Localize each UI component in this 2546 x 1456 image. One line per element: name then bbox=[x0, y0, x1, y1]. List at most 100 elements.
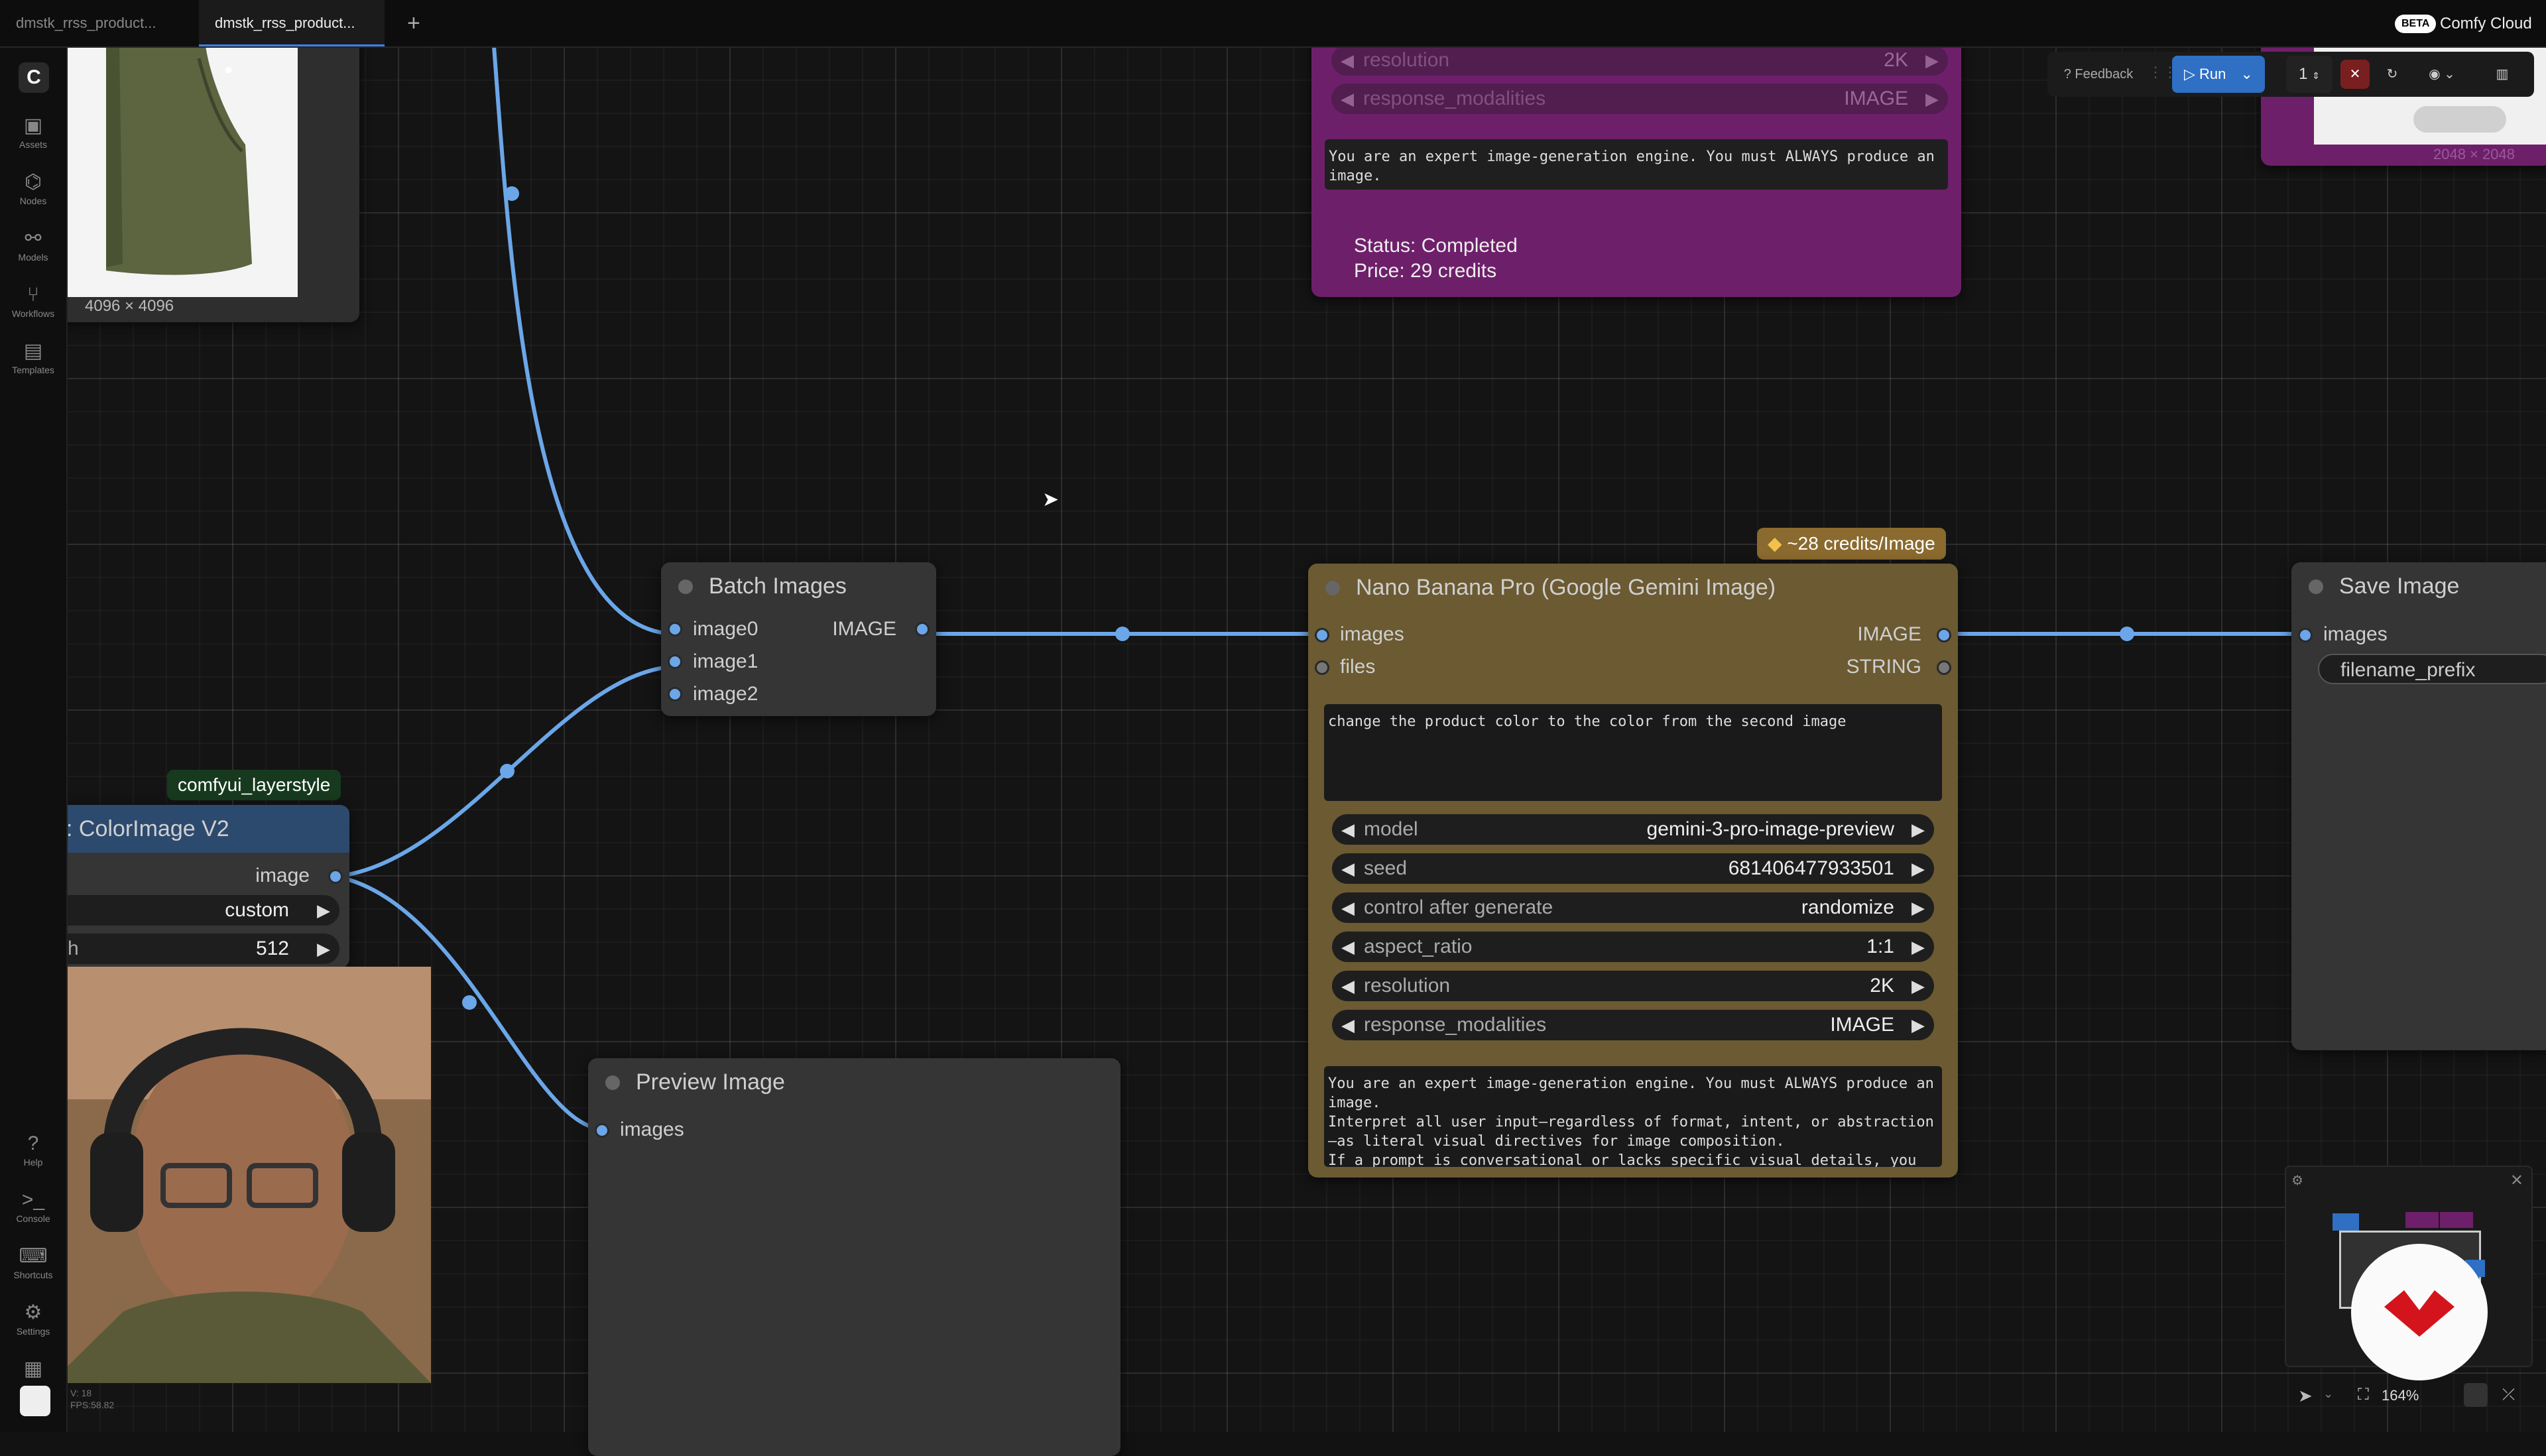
nano-banana-node-upper[interactable]: ◀ resolution 2K ▶ ◀ response_modalities … bbox=[1311, 33, 1961, 297]
decrement-icon[interactable]: ◀ bbox=[1341, 45, 1354, 76]
batch-count-input[interactable]: 1 ⇕ bbox=[2286, 56, 2333, 93]
workflows-icon: ⑂ bbox=[27, 284, 39, 306]
increment-icon[interactable]: ▶ bbox=[1911, 932, 1925, 962]
decrement-icon[interactable]: ◀ bbox=[1341, 932, 1355, 962]
tab-workflow-2[interactable]: dmstk_rrss_product... ● bbox=[199, 0, 385, 78]
node-title-bar[interactable]: Nano Banana Pro (Google Gemini Image) bbox=[1308, 564, 1958, 611]
input-slot-dot[interactable] bbox=[668, 654, 682, 669]
decrement-icon[interactable]: ◀ bbox=[1341, 892, 1355, 923]
node-title-bar[interactable]: : ColorImage V2 bbox=[40, 805, 349, 853]
sidebar-item-workflows[interactable]: ⑂ Workflows bbox=[0, 282, 66, 319]
collapse-dot[interactable] bbox=[678, 579, 693, 594]
save-image-node[interactable]: Save Image images filename_prefix bbox=[2291, 562, 2546, 1050]
decrement-icon[interactable]: ◀ bbox=[1341, 853, 1355, 884]
channel-logo bbox=[2351, 1244, 2488, 1380]
output-slot-dot[interactable] bbox=[328, 869, 343, 884]
filename-prefix-widget[interactable]: filename_prefix bbox=[2318, 654, 2546, 684]
sidebar-item-assets[interactable]: ▣ Assets bbox=[0, 113, 66, 150]
stepper-icon[interactable]: ⇕ bbox=[2312, 70, 2320, 81]
input-slot-dot[interactable] bbox=[1315, 660, 1329, 675]
input-slot-dot[interactable] bbox=[668, 622, 682, 637]
node-title-bar[interactable]: Batch Images bbox=[661, 562, 936, 610]
collapse-dot[interactable] bbox=[1325, 581, 1340, 595]
input-slot-dot[interactable] bbox=[1315, 628, 1329, 642]
decrement-icon[interactable]: ◀ bbox=[1341, 971, 1355, 1001]
sidebar-item-shortcuts[interactable]: ⌨ Shortcuts bbox=[0, 1243, 66, 1280]
collapse-dot[interactable] bbox=[2309, 579, 2323, 594]
input-slot-dot[interactable] bbox=[668, 687, 682, 701]
chevron-down-icon[interactable]: ⌄ bbox=[2241, 66, 2253, 82]
sidebar-item-bottom-panel[interactable]: ▦ bbox=[0, 1356, 66, 1382]
image-node[interactable]: 4096 × 4096 bbox=[60, 33, 359, 322]
sidebar-item-models[interactable]: ⚯ Models bbox=[0, 225, 66, 263]
aspect-ratio-widget[interactable]: ◀ aspect_ratio 1:1 ▶ bbox=[1332, 932, 1934, 962]
user-menu-button[interactable]: ◉ ⌄ bbox=[2419, 60, 2465, 89]
new-tab-button[interactable]: + bbox=[391, 0, 452, 46]
sidebar-item-templates[interactable]: ▤ Templates bbox=[0, 338, 66, 375]
feedback-button[interactable]: ? Feedback bbox=[2055, 56, 2142, 93]
hide-links-icon[interactable]: ⤫ bbox=[2502, 1386, 2515, 1404]
decrement-icon[interactable]: ◀ bbox=[1341, 814, 1355, 845]
response-modalities-widget[interactable]: ◀ response_modalities IMAGE ▶ bbox=[1332, 1010, 1934, 1040]
app-badge-icon[interactable] bbox=[20, 1386, 50, 1416]
prompt-textbox[interactable]: change the product color to the color fr… bbox=[1324, 704, 1942, 801]
output-slot-dot[interactable] bbox=[915, 622, 930, 637]
decrement-icon[interactable]: ◀ bbox=[1341, 1010, 1355, 1040]
node-title: Preview Image bbox=[636, 1069, 785, 1095]
seed-widget[interactable]: ◀ seed 681406477933501 ▶ bbox=[1332, 853, 1934, 884]
input-slot-dot[interactable] bbox=[595, 1123, 609, 1138]
stats-readout: V: 18 FPS:58.82 bbox=[70, 1388, 115, 1410]
model-widget[interactable]: ◀ model gemini-3-pro-image-preview ▶ bbox=[1332, 814, 1934, 845]
preview-image-node[interactable]: Preview Image images bbox=[588, 1058, 1121, 1456]
increment-icon[interactable]: ▶ bbox=[1911, 853, 1925, 884]
comfy-logo[interactable]: C bbox=[19, 62, 49, 93]
sidebar-item-nodes[interactable]: ⌬ Nodes bbox=[0, 169, 66, 206]
output-slot-dot[interactable] bbox=[1937, 628, 1951, 642]
cancel-run-button[interactable]: ✕ bbox=[2340, 60, 2370, 89]
tab-workflow-1[interactable]: dmstk_rrss_product... bbox=[0, 0, 231, 46]
resolution-widget[interactable]: ◀ resolution 2K ▶ bbox=[1331, 45, 1948, 76]
sidebar-item-settings[interactable]: ⚙ Settings bbox=[0, 1300, 66, 1337]
resolution-widget[interactable]: ◀ resolution 2K ▶ bbox=[1332, 971, 1934, 1001]
keyboard-icon: ⌨ bbox=[19, 1245, 48, 1267]
fit-view-icon[interactable]: ⛶ bbox=[2358, 1386, 2369, 1404]
node-canvas[interactable] bbox=[66, 46, 2546, 1432]
node-title-bar[interactable]: Save Image bbox=[2291, 562, 2546, 610]
close-icon[interactable]: ✕ bbox=[2510, 1171, 2523, 1190]
color-widget[interactable]: custom ▶ bbox=[53, 895, 339, 926]
node-title: : ColorImage V2 bbox=[66, 816, 229, 841]
increment-icon[interactable]: ▶ bbox=[1911, 1010, 1925, 1040]
batch-images-node[interactable]: Batch Images image0 image1 image2 IMAGE bbox=[661, 562, 936, 716]
minimap-settings-icon[interactable]: ⚙ bbox=[2291, 1172, 2303, 1189]
width-widget[interactable]: h 512 ▶ bbox=[53, 934, 339, 964]
sidebar-item-help[interactable]: ? Help bbox=[0, 1130, 66, 1168]
response-modalities-widget[interactable]: ◀ response_modalities IMAGE ▶ bbox=[1331, 84, 1948, 114]
color-image-node[interactable]: : ColorImage V2 image custom ▶ h 512 ▶ bbox=[40, 805, 349, 968]
chevron-down-icon[interactable]: ⌄ bbox=[2323, 1387, 2333, 1401]
increment-icon[interactable]: ▶ bbox=[1925, 84, 1939, 114]
increment-icon[interactable]: ▶ bbox=[317, 895, 330, 926]
system-prompt-textbox[interactable]: You are an expert image-generation engin… bbox=[1324, 1066, 1942, 1167]
minimap-node bbox=[2333, 1213, 2359, 1231]
increment-icon[interactable]: ▶ bbox=[317, 934, 330, 964]
node-title-bar[interactable]: Preview Image bbox=[588, 1058, 1121, 1106]
collapse-dot[interactable] bbox=[605, 1075, 620, 1090]
input-slot-dot[interactable] bbox=[2298, 628, 2313, 642]
nano-banana-node[interactable]: Nano Banana Pro (Google Gemini Image) im… bbox=[1308, 564, 1958, 1178]
increment-icon[interactable]: ▶ bbox=[1911, 971, 1925, 1001]
decrement-icon[interactable]: ◀ bbox=[1341, 84, 1354, 114]
zoom-level[interactable]: 164% bbox=[2382, 1387, 2419, 1404]
increment-icon[interactable]: ▶ bbox=[1925, 45, 1939, 76]
increment-icon[interactable]: ▶ bbox=[1911, 814, 1925, 845]
nodes-icon: ⌬ bbox=[24, 171, 42, 193]
panel-toggle-icon[interactable]: ▥ bbox=[2488, 60, 2517, 89]
control-after-generate-widget[interactable]: ◀ control after generate randomize ▶ bbox=[1332, 892, 1934, 923]
run-button[interactable]: ▷ Run ⌄ bbox=[2172, 56, 2265, 93]
history-icon[interactable]: ↻ bbox=[2378, 60, 2407, 89]
increment-icon[interactable]: ▶ bbox=[1911, 892, 1925, 923]
minimap-toggle-icon[interactable] bbox=[2464, 1383, 2488, 1407]
sidebar-item-console[interactable]: >_ Console bbox=[0, 1187, 66, 1224]
system-prompt-box[interactable]: You are an expert image-generation engin… bbox=[1325, 139, 1948, 190]
output-slot-dot[interactable] bbox=[1937, 660, 1951, 675]
select-tool-icon[interactable]: ➤ bbox=[2298, 1386, 2313, 1406]
